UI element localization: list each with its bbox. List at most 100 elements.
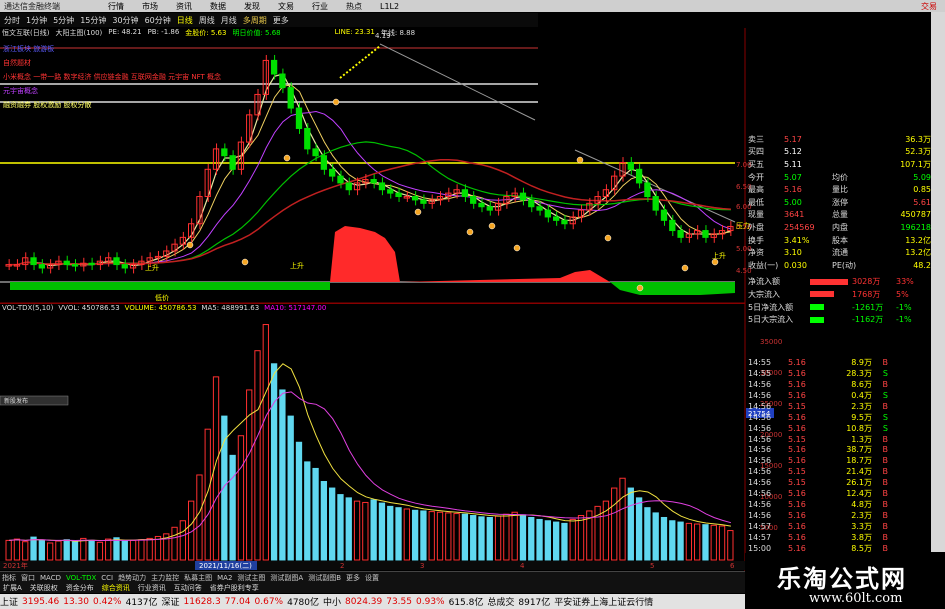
- tick-row: 14:56 5.16 18.7万 B: [748, 456, 888, 466]
- tick-row: 14:55 5.16 28.3万 S: [748, 368, 888, 378]
- tab-trend[interactable]: 趋势动力: [118, 573, 146, 583]
- sh-name[interactable]: 上证: [0, 595, 18, 608]
- signal-marker: [636, 284, 644, 292]
- volume-ma10: [9, 391, 732, 542]
- tab-indicator[interactable]: 指标: [2, 573, 16, 583]
- tab-test-main[interactable]: 测试主图: [237, 573, 265, 583]
- note-1: 浙江板块 旅游板: [3, 45, 55, 53]
- candle-body: [677, 230, 684, 238]
- candle-body: [329, 168, 336, 177]
- candle-body: [486, 206, 493, 211]
- signal-marker: [681, 264, 689, 272]
- candle-body: [561, 219, 568, 225]
- tick-row: 14:56 5.15 21.4万 B: [748, 467, 888, 477]
- volume-bar: [453, 513, 460, 561]
- ext-equity[interactable]: 关联股权: [30, 583, 58, 593]
- volume-bar: [660, 516, 668, 561]
- candle-body: [378, 182, 386, 191]
- volume-bar: [38, 539, 45, 561]
- tab-settings[interactable]: 设置: [365, 573, 379, 583]
- ext-industry[interactable]: 行业资讯: [138, 583, 166, 593]
- volume-bar: [652, 512, 659, 561]
- tab-vol-tdx[interactable]: VOL-TDX: [66, 574, 96, 582]
- ext-fund[interactable]: 资金分布: [66, 583, 94, 593]
- tab-private-main[interactable]: 私募主图: [184, 573, 212, 583]
- signal-marker: [283, 154, 291, 162]
- note-3: 小米概念 一带一路 数字经济 供应链金融 互联网金融 元宇宙 NFT 概念: [3, 73, 221, 81]
- volume-bar: [146, 537, 153, 561]
- zx-pct: 0.93%: [416, 596, 445, 607]
- tick-row: 14:56 5.16 38.7万 B: [748, 445, 888, 455]
- ext-a[interactable]: 扩展A: [3, 583, 22, 593]
- tick-row: 14:57 5.16 3.8万 B: [748, 532, 888, 542]
- date-axis: [0, 561, 745, 570]
- up-label: 上升: [712, 251, 726, 260]
- brand-title: 乐淘公式网: [777, 565, 907, 593]
- extension-bar: 扩展A 关联股权 资金分布 综合资讯 行业资讯 互动问答 省券户股利专享: [0, 583, 745, 593]
- volume-bar: [55, 540, 62, 561]
- volume-bar: [669, 520, 676, 561]
- volume-bar: [428, 511, 435, 561]
- flow-row: 5日大宗流入 -1162万 -1%: [748, 315, 912, 325]
- index-ticker: 上证 3195.46 13.30 0.42% 4137亿 深证 11628.3 …: [0, 594, 745, 609]
- candle-body: [113, 257, 120, 266]
- volume-bar: [262, 324, 269, 561]
- volume-bar: [96, 541, 104, 561]
- tab-macd[interactable]: MACD: [40, 574, 61, 582]
- signal-marker: [466, 228, 474, 236]
- tick-row: 14:56 5.16 9.5万 S: [748, 412, 888, 422]
- sz-change: 77.04: [224, 596, 251, 607]
- volume-bar: [179, 520, 186, 561]
- sh-amount: 4137亿: [125, 598, 158, 608]
- candle-body: [345, 182, 352, 191]
- tab-main-monitor[interactable]: 主力监控: [151, 573, 179, 583]
- quote-row: 净资 3.10 流通 13.2亿: [748, 248, 931, 258]
- tab-ma2[interactable]: MA2: [217, 574, 232, 582]
- volume-bar: [710, 524, 717, 561]
- candle-body: [411, 196, 419, 201]
- ext-news[interactable]: 综合资讯: [102, 583, 130, 593]
- sh-value: 3195.46: [22, 596, 60, 607]
- volume-bar: [569, 518, 576, 561]
- quote-row: 收益(一) 0.030 PE(动) 48.2: [748, 260, 931, 270]
- tab-test-sub-b[interactable]: 测试副图B: [308, 573, 341, 583]
- date-mark: 6: [730, 562, 735, 570]
- volume-bar: [329, 487, 336, 561]
- tick-row: 14:56 5.16 12.4万 B: [748, 489, 888, 499]
- volume-bar: [113, 537, 120, 561]
- volume-bar: [254, 350, 261, 561]
- tab-cci[interactable]: CCI: [101, 574, 113, 582]
- quote-row: 现量 3641 总量 450787: [748, 210, 931, 220]
- quote-row: 卖三 5.17 36.3万: [748, 134, 931, 144]
- tab-more[interactable]: 更多: [346, 573, 360, 583]
- volume-tick: 35000: [760, 338, 782, 346]
- candle-body: [387, 189, 394, 194]
- candle-body: [395, 192, 402, 198]
- total-name: 总成交: [487, 598, 515, 608]
- volume-bar: [445, 512, 452, 561]
- sz-name[interactable]: 深证: [162, 595, 180, 608]
- candle-body: [519, 192, 527, 201]
- volume-bar: [536, 518, 543, 561]
- low-label: 低价: [155, 293, 169, 302]
- ext-qa[interactable]: 互动问答: [174, 583, 202, 593]
- tick-list: 14:55 5.16 8.9万 B 14:55 5.16 28.3万 S 14:56 5.16 8.…: [748, 357, 931, 554]
- volume-bar: [378, 502, 386, 561]
- tab-test-sub-a[interactable]: 测试副图A: [270, 573, 303, 583]
- candle-body: [536, 206, 543, 211]
- volume-value: VOLUME: 450786.53: [124, 304, 197, 312]
- tab-window[interactable]: 窗口: [21, 573, 35, 583]
- trend-line: [574, 149, 736, 223]
- vol-indicator-name[interactable]: VOL-TDX(5,10): [2, 304, 53, 315]
- volume-bar: [13, 538, 21, 561]
- signal-marker: [414, 208, 422, 216]
- signal-marker: [332, 98, 340, 106]
- candle-body: [702, 230, 709, 238]
- candle-body: [30, 257, 37, 266]
- vvol-value: VVOL: 450786.53: [58, 304, 120, 312]
- ext-dividend[interactable]: 省券户股利专享: [210, 583, 259, 593]
- candle-body: [287, 87, 294, 109]
- ma10-value: MA10: 517147.00: [264, 304, 327, 312]
- app-window: { "menu":{"app":"通达信金融终端","items":["行情",…: [0, 0, 945, 609]
- zx-name[interactable]: 中小: [323, 595, 341, 608]
